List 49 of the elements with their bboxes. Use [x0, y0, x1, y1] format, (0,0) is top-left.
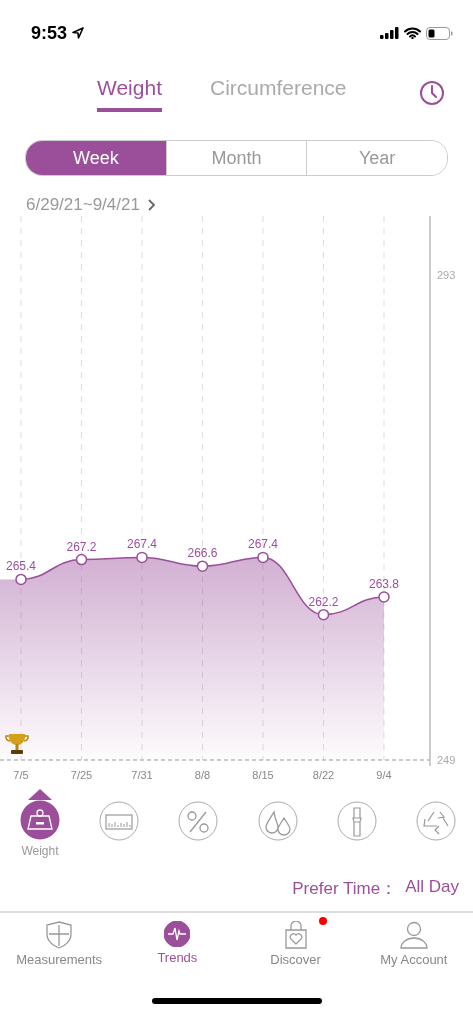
person-icon[interactable]	[399, 921, 428, 949]
segment-button[interactable]: Week	[26, 141, 166, 175]
x-tick-label: 7/25	[70, 769, 93, 781]
trophy-icon	[5, 734, 29, 754]
nav-tab[interactable]: Trends	[118, 913, 237, 975]
segment-button[interactable]: Year	[306, 141, 447, 175]
y-tick-label: 293	[437, 269, 456, 282]
y-tick-label: 249	[437, 754, 456, 766]
data-point[interactable]	[317, 608, 330, 621]
data-point[interactable]	[196, 560, 209, 572]
nav-tab[interactable]: Discover	[236, 913, 355, 975]
signal-icon	[380, 27, 399, 39]
x-tick-label: 7/31	[131, 769, 153, 781]
shopping-bag-icon[interactable]	[283, 921, 308, 949]
nav-tab[interactable]: Measurements	[0, 913, 119, 975]
drops-icon[interactable]	[257, 801, 298, 841]
nav-tab[interactable]: My Account	[354, 913, 473, 975]
x-tick-label: 8/22	[312, 769, 335, 781]
prefer-time-label: Prefer Time：	[292, 878, 398, 900]
wifi-icon	[404, 27, 421, 39]
data-label: 267.4	[127, 537, 157, 552]
data-label: 265.4	[6, 559, 36, 574]
data-label: 267.4	[248, 537, 278, 552]
data-label: 267.2	[66, 539, 97, 554]
data-point[interactable]	[75, 553, 88, 566]
location-icon	[72, 27, 85, 39]
tab[interactable]: Weight	[97, 76, 162, 112]
clock-icon[interactable]	[419, 80, 445, 106]
x-tick-label: 7/5	[13, 769, 29, 781]
date-range: 6/29/21~9/4/21	[26, 195, 140, 215]
tab[interactable]: Circumference	[210, 76, 347, 112]
chevron-right-icon[interactable]	[147, 199, 155, 211]
prefer-time-value[interactable]: All Day	[405, 877, 459, 911]
data-label: 266.6	[187, 546, 218, 561]
x-tick-label: 9/4	[376, 769, 392, 781]
status-time: 9:53	[31, 22, 68, 44]
data-point[interactable]	[15, 573, 27, 586]
pulse-icon[interactable]	[164, 921, 191, 947]
data-label: 263.8	[369, 577, 399, 591]
shield-icon[interactable]	[46, 921, 73, 949]
x-tick-label: 8/15	[252, 769, 274, 781]
data-point[interactable]	[378, 591, 390, 603]
data-point[interactable]	[136, 551, 148, 564]
pointer-triangle-icon	[28, 789, 52, 800]
battery-icon	[426, 26, 453, 40]
data-label: 262.2	[308, 594, 339, 609]
data-point[interactable]	[257, 551, 269, 564]
x-tick-label: 8/8	[194, 769, 211, 781]
metric-label: Weight	[21, 844, 59, 858]
